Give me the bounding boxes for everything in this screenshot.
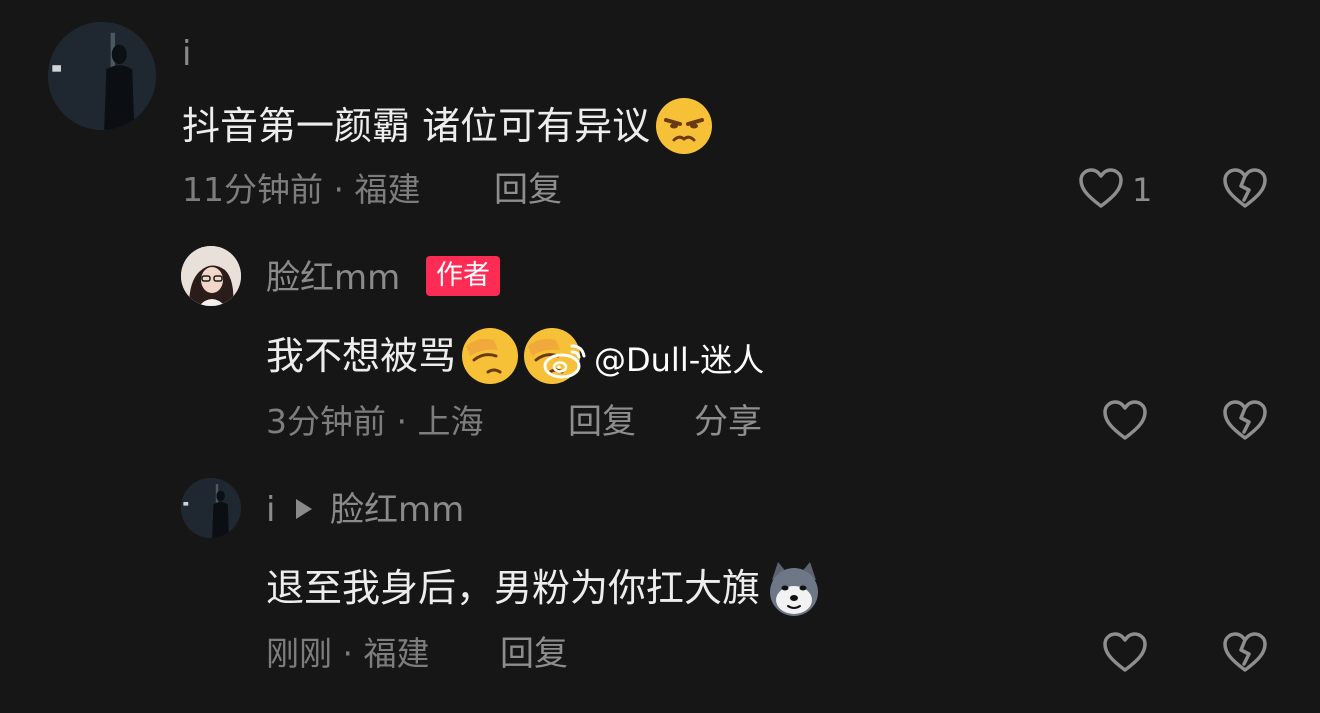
comment-location: 福建 xyxy=(354,170,421,209)
reply-button[interactable]: 回复 xyxy=(500,634,568,674)
comment-text-content: 我不想被骂 xyxy=(266,334,457,378)
like-count: 1 xyxy=(1132,171,1153,209)
comment-username[interactable]: i xyxy=(182,34,191,74)
avatar-image xyxy=(181,246,241,306)
reply-button[interactable]: 回复 xyxy=(494,170,562,210)
reply-to-username[interactable]: 脸红mm xyxy=(330,490,464,530)
doge-wolf-icon xyxy=(764,558,824,618)
comment-text-content: 抖音第一颜霸 诸位可有异议 xyxy=(182,104,651,148)
weibo-watermark: @Dull-迷人 xyxy=(542,340,764,380)
comment-username[interactable]: i xyxy=(266,490,275,530)
dislike-button[interactable] xyxy=(1220,628,1270,678)
comment-meta: 11分钟前 · 福建 xyxy=(182,170,421,210)
broken-heart-icon xyxy=(1223,400,1267,440)
meta-separator: · xyxy=(342,634,354,673)
heart-icon xyxy=(1079,168,1123,208)
comment-location: 福建 xyxy=(363,634,430,673)
dislike-button[interactable] xyxy=(1220,396,1270,446)
like-button[interactable] xyxy=(1076,164,1126,214)
meta-separator: · xyxy=(396,402,408,441)
comment-thread: i 抖音第一颜霸 诸位可有异议 11分钟前 · 福建 回复 1 脸红mm 作者 … xyxy=(0,0,1320,713)
reply-arrow-icon xyxy=(296,499,312,519)
avatar[interactable] xyxy=(181,246,241,306)
avatar[interactable] xyxy=(48,22,156,130)
comment-meta: 刚刚 · 福建 xyxy=(266,634,430,674)
heart-icon xyxy=(1103,632,1147,672)
comment-text: 退至我身后，男粉为你扛大旗 xyxy=(266,558,824,618)
author-badge: 作者 xyxy=(426,256,500,296)
meta-separator: · xyxy=(333,170,345,209)
unamused-face-icon xyxy=(654,96,714,156)
comment-meta: 3分钟前 · 上海 xyxy=(266,402,484,442)
like-button[interactable] xyxy=(1100,628,1150,678)
avatar-image xyxy=(48,22,156,130)
broken-heart-icon xyxy=(1223,168,1267,208)
avatar-image xyxy=(181,478,241,538)
comment-time: 刚刚 xyxy=(266,634,332,673)
avatar[interactable] xyxy=(181,478,241,538)
dislike-button[interactable] xyxy=(1220,164,1270,214)
watermark-text: @Dull-迷人 xyxy=(594,341,765,379)
comment-username[interactable]: 脸红mm xyxy=(266,258,400,298)
comment-text: 我不想被骂 xyxy=(266,326,582,386)
comment-time: 3分钟前 xyxy=(266,402,386,441)
reply-button[interactable]: 回复 xyxy=(568,402,636,442)
share-button[interactable]: 分享 xyxy=(694,402,762,442)
heart-icon xyxy=(1103,400,1147,440)
comment-text-content: 退至我身后，男粉为你扛大旗 xyxy=(266,566,761,610)
comment-time: 11分钟前 xyxy=(182,170,323,209)
like-button[interactable] xyxy=(1100,396,1150,446)
broken-heart-icon xyxy=(1223,632,1267,672)
comment-location: 上海 xyxy=(417,402,484,441)
facepalm-icon xyxy=(460,326,520,386)
weibo-logo-icon xyxy=(542,340,588,380)
comment-text: 抖音第一颜霸 诸位可有异议 xyxy=(182,96,714,156)
